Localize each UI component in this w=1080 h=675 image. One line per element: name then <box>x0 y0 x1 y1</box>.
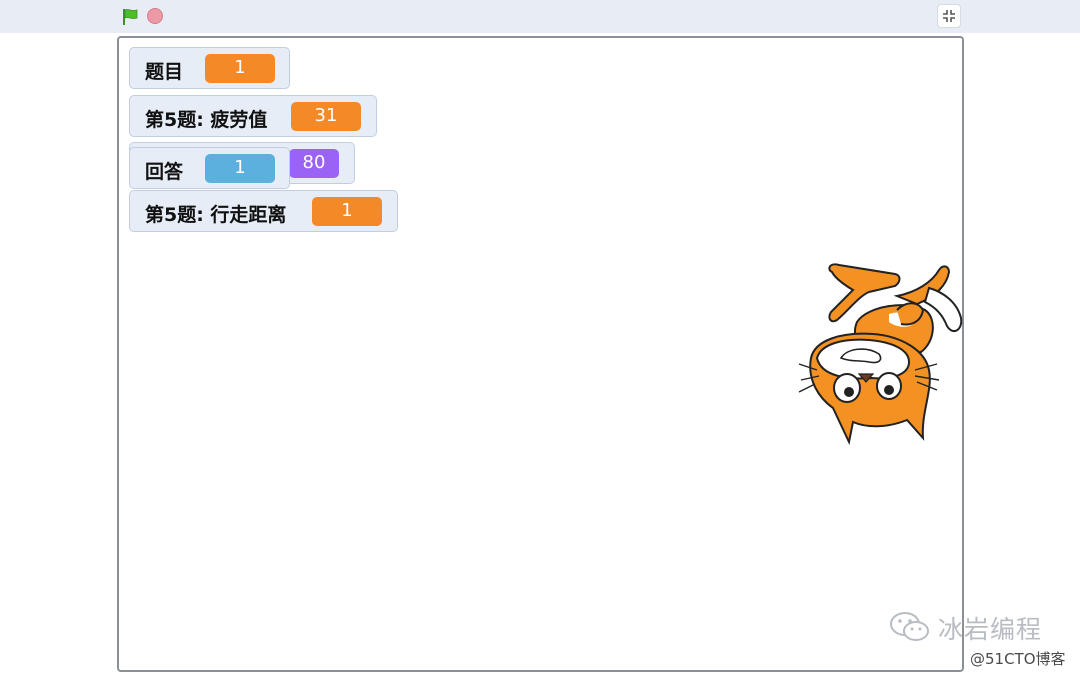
exit-fullscreen-button[interactable] <box>937 4 961 28</box>
watermark-subtext: @51CTO博客 <box>970 650 1066 668</box>
monitor-value: 31 <box>291 102 361 131</box>
scratch-cat-sprite[interactable] <box>797 262 967 451</box>
exit-fullscreen-icon <box>943 10 955 22</box>
watermark-text: 冰岩编程 <box>938 615 1043 644</box>
monitor-value: 1 <box>205 54 275 83</box>
monitor-label: 回答 <box>145 161 184 183</box>
monitor-value: 1 <box>312 197 382 226</box>
monitor-fatigue: 第5题: 疲劳值 31 <box>129 95 377 137</box>
monitor-walk-distance: 第5题: 行走距离 1 <box>129 190 398 232</box>
monitor-answer: 回答 1 <box>129 147 290 189</box>
monitor-value: 80 <box>289 149 339 178</box>
wechat-icon <box>888 610 932 648</box>
monitor-label: 题目 <box>145 61 184 83</box>
monitor-topic: 题目 1 <box>129 47 290 89</box>
stop-button[interactable] <box>147 8 163 24</box>
monitor-value: 1 <box>205 154 275 183</box>
green-flag-icon[interactable] <box>121 8 139 26</box>
stage-header-bar <box>0 0 1080 33</box>
monitor-label: 第5题: 疲劳值 <box>145 109 268 131</box>
monitor-label: 第5题: 行走距离 <box>145 204 287 226</box>
